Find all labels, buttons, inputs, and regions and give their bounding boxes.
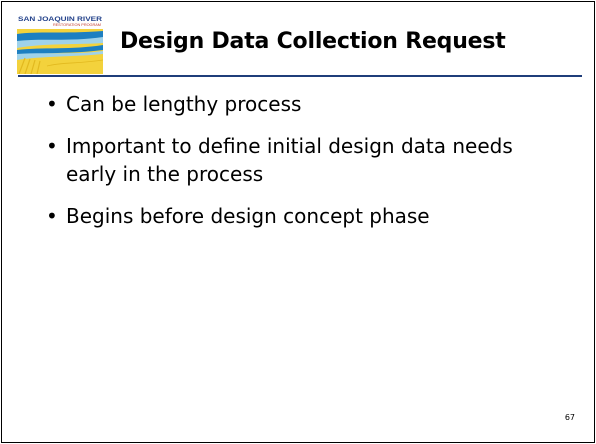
slide-title: Design Data Collection Request bbox=[120, 29, 506, 54]
bullet-item: • Important to define initial design dat… bbox=[46, 132, 566, 188]
bullet-text: Can be lengthy process bbox=[66, 92, 302, 116]
bullet-item: • Begins before design concept phase bbox=[46, 202, 566, 230]
program-logo: SAN JOAQUIN RIVER RESTORATION PROGRAM bbox=[17, 16, 103, 74]
bullet-text: Important to define initial design data … bbox=[66, 134, 513, 186]
page-number: 67 bbox=[564, 413, 575, 422]
bullet-marker: • bbox=[46, 204, 58, 228]
bullet-marker: • bbox=[46, 134, 58, 158]
slide: SAN JOAQUIN RIVER RESTORATION PROGRAM De… bbox=[1, 1, 595, 443]
bullet-marker: • bbox=[46, 92, 58, 116]
bullet-item: • Can be lengthy process bbox=[46, 90, 566, 118]
logo-banner-text: SAN JOAQUIN RIVER bbox=[18, 16, 103, 23]
logo-sub-text: RESTORATION PROGRAM bbox=[53, 23, 101, 27]
bullet-list: • Can be lengthy process • Important to … bbox=[46, 90, 566, 244]
title-divider bbox=[18, 75, 582, 77]
bullet-text: Begins before design concept phase bbox=[66, 204, 430, 228]
